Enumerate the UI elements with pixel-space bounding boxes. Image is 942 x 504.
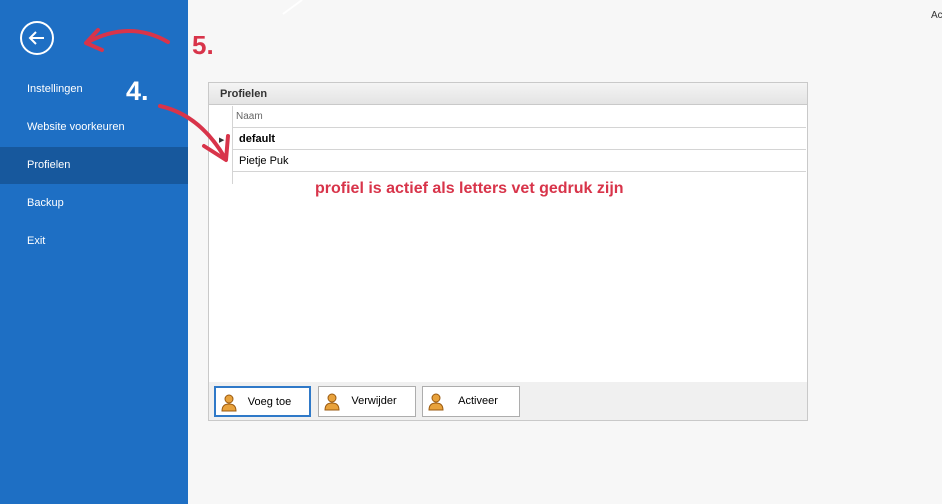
arrow-to-back-icon	[86, 29, 170, 44]
annotation-arrows	[84, 0, 303, 162]
arrow-to-row-icon	[158, 104, 227, 160]
